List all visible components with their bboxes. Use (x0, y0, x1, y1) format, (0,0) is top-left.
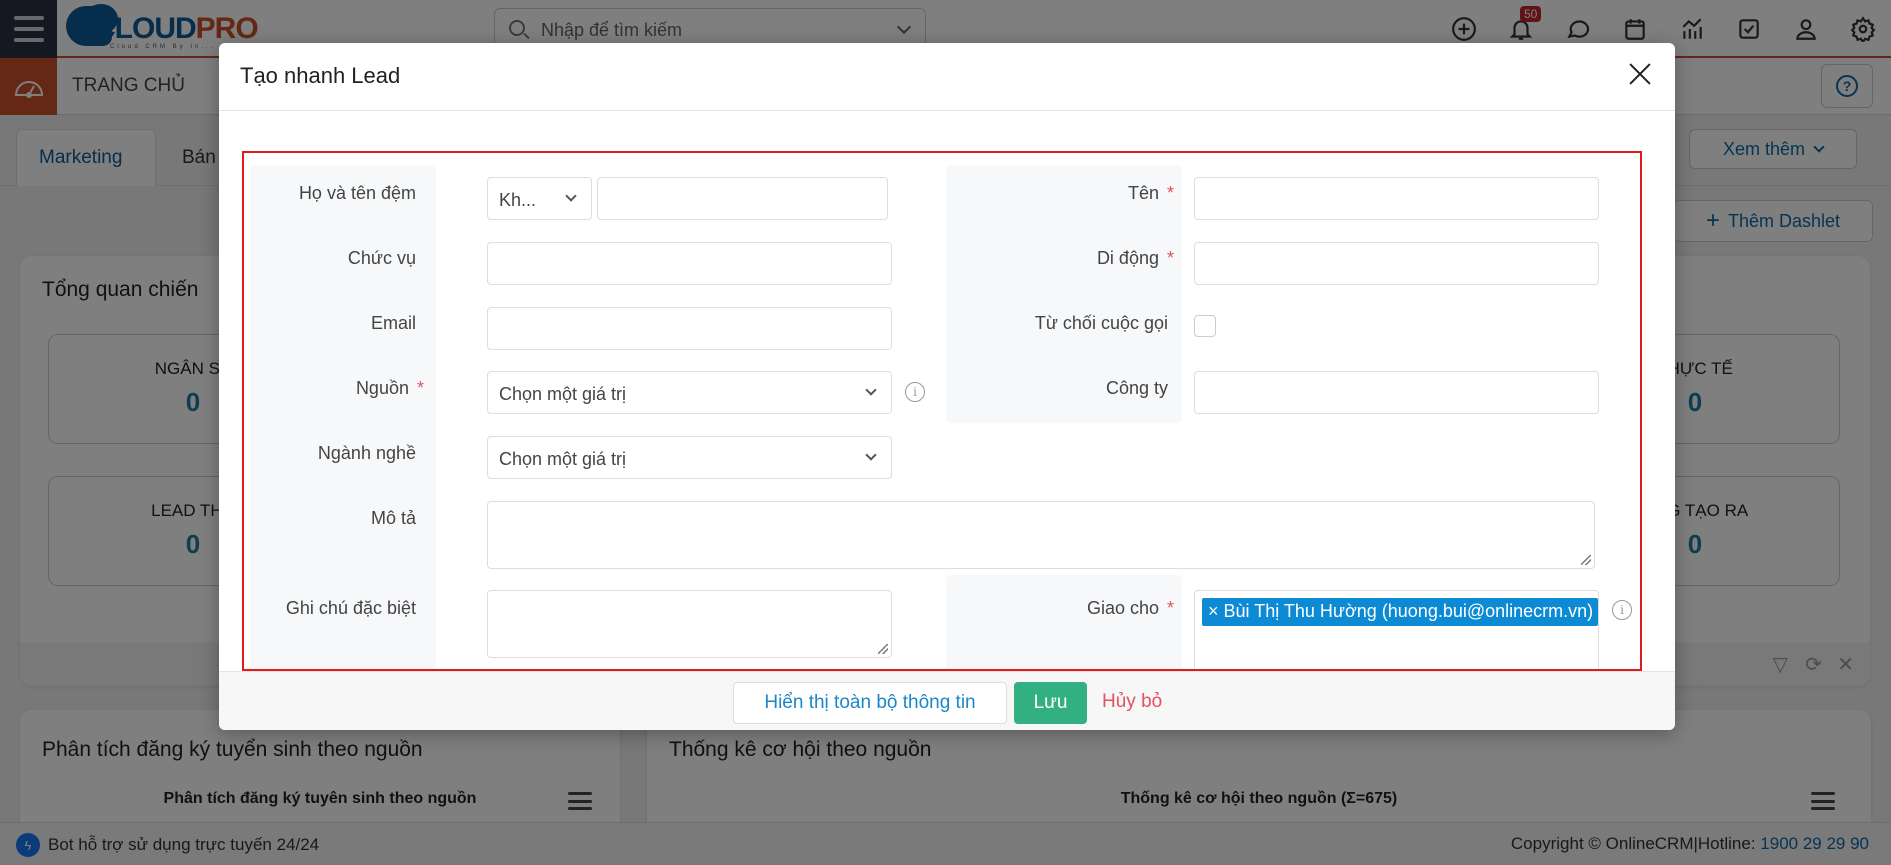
company-input[interactable] (1194, 371, 1599, 414)
job-title-label: Chức vụ (347, 248, 416, 268)
description-label: Mô tả (370, 508, 416, 528)
special-note-label: Ghi chú đặc biệt (285, 598, 416, 618)
assigned-to-label: Giao cho * (1086, 598, 1174, 618)
email-label: Email (370, 313, 416, 333)
close-icon[interactable] (1627, 61, 1653, 87)
source-label: Nguồn * (355, 378, 424, 398)
show-full-form-button[interactable]: Hiển thị toàn bộ thông tin (733, 682, 1007, 724)
assigned-to-multiselect[interactable]: × Bùi Thị Thu Hường (huong.bui@onlinecrm… (1194, 590, 1599, 669)
do-not-call-checkbox[interactable] (1194, 315, 1216, 337)
source-select[interactable]: Chọn một giá trị (487, 371, 892, 414)
resize-handle[interactable] (1581, 555, 1591, 565)
quick-create-lead-modal: Tạo nhanh Lead Họ và tên đệm Kh... Chức … (219, 43, 1675, 730)
job-title-input[interactable] (487, 242, 892, 285)
assigned-user-tag[interactable]: × Bùi Thị Thu Hường (huong.bui@onlinecrm… (1202, 598, 1598, 626)
industry-label: Ngành nghề (317, 443, 416, 463)
middle-name-input[interactable] (597, 177, 888, 220)
save-button[interactable]: Lưu (1014, 682, 1087, 724)
description-textarea[interactable] (487, 501, 1595, 569)
label-column-right-bottom (946, 575, 1182, 669)
chevron-down-icon (565, 190, 577, 202)
company-label: Công ty (1105, 378, 1168, 398)
first-name-label: Tên * (1127, 183, 1174, 203)
resize-handle[interactable] (878, 644, 888, 654)
special-note-textarea[interactable] (487, 590, 892, 658)
chevron-down-icon (865, 449, 877, 461)
do-not-call-label: Từ chối cuộc gọi (1034, 313, 1168, 333)
first-name-input[interactable] (1194, 177, 1599, 220)
salutation-select[interactable]: Kh... (487, 177, 592, 220)
info-icon[interactable]: i (905, 382, 925, 402)
cancel-link[interactable]: Hủy bỏ (1102, 691, 1162, 713)
mobile-input[interactable] (1194, 242, 1599, 285)
chevron-down-icon (865, 384, 877, 396)
email-input[interactable] (487, 307, 892, 350)
industry-select[interactable]: Chọn một giá trị (487, 436, 892, 479)
label-column-left (250, 165, 436, 669)
mobile-label: Di động * (1096, 248, 1174, 268)
fullname-label: Họ và tên đệm (298, 183, 416, 203)
info-icon[interactable]: i (1612, 600, 1632, 620)
modal-footer: Hiển thị toàn bộ thông tin Lưu Hủy bỏ (219, 671, 1675, 730)
lead-form: Họ và tên đệm Kh... Chức vụ Email Nguồn *… (242, 151, 1642, 671)
modal-title: Tạo nhanh Lead (240, 63, 401, 88)
